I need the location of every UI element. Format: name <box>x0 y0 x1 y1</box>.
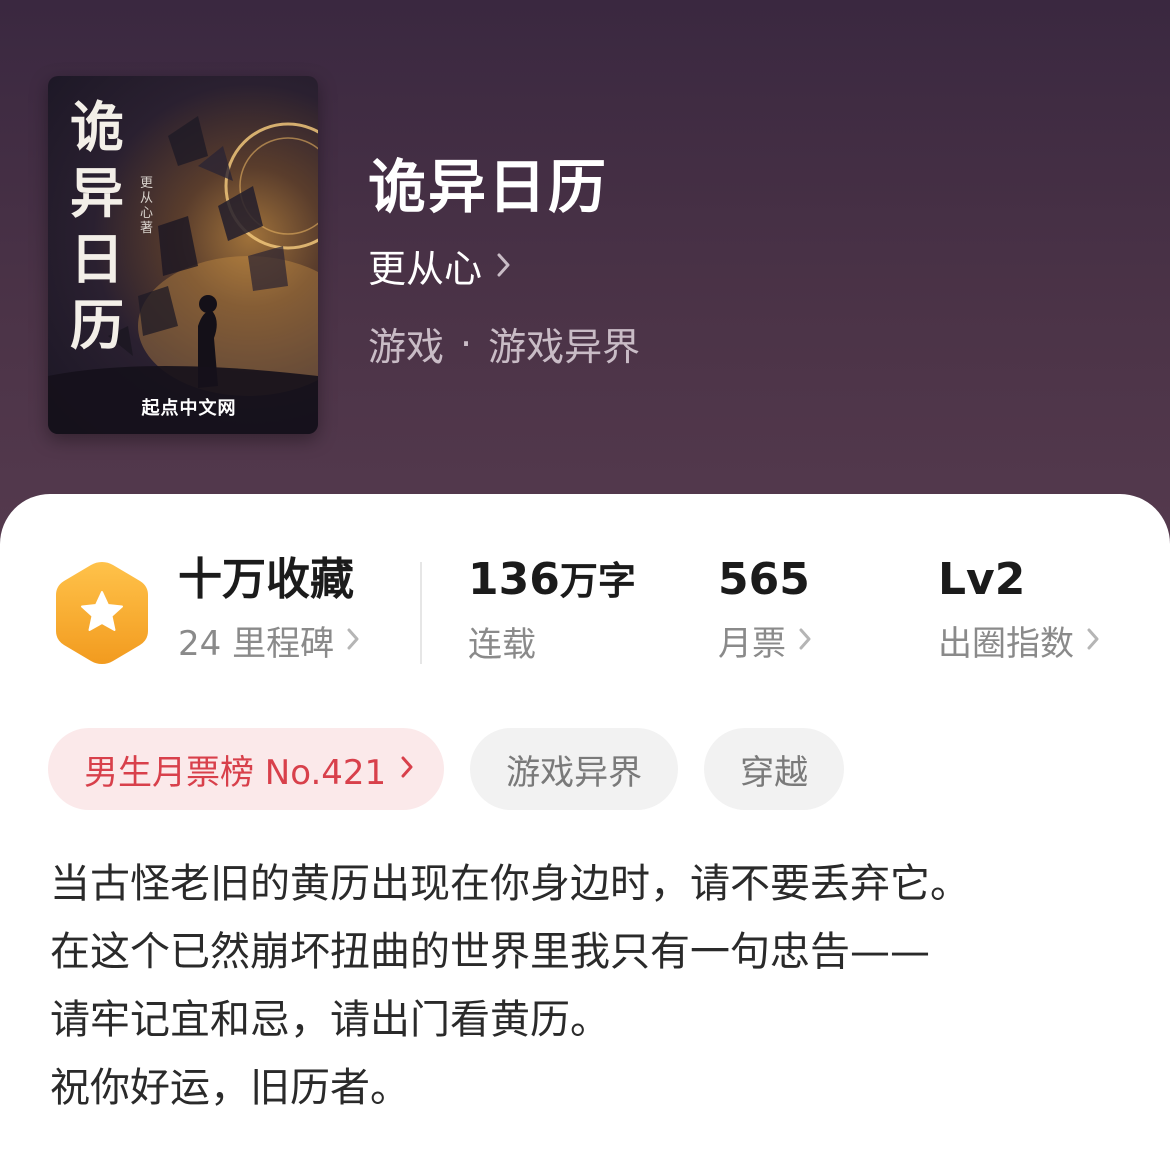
book-title: 诡异日历 <box>368 153 609 221</box>
monthly-ticket-label: 月票 <box>718 624 786 664</box>
monthly-ticket-value: 565 <box>718 554 810 605</box>
genre-row: 游戏 · 游戏异界 <box>368 316 640 371</box>
influence-stat[interactable]: Lv2 出圈指数 <box>938 550 1100 665</box>
milestone-value: 十万收藏 <box>178 554 354 605</box>
word-count-stat: 136万字 连载 <box>468 550 636 666</box>
milestone-stat[interactable]: 十万收藏 24 里程碑 <box>178 550 360 665</box>
influence-value: Lv2 <box>938 554 1026 605</box>
book-cover[interactable]: 诡异日历 更从心 著 起点中文网 <box>48 76 318 434</box>
influence-label-row: 出圈指数 <box>938 616 1100 665</box>
monthly-ticket-stat[interactable]: 565 月票 <box>718 550 812 665</box>
tag-row: 男生月票榜 No.421 游戏异界 穿越 <box>48 728 870 810</box>
rank-tag-label: 男生月票榜 No.421 <box>84 752 387 793</box>
chevron-right-icon <box>400 749 414 789</box>
description-line: 请牢记宜和忌，请出门看黄历。 <box>50 997 610 1043</box>
description-line: 在这个已然崩坏扭曲的世界里我只有一句忠告—— <box>50 929 930 975</box>
word-count-number: 136 <box>468 554 560 605</box>
chevron-right-icon <box>346 621 360 661</box>
genre-label[interactable]: 游戏 <box>368 316 444 371</box>
serial-status-label: 连载 <box>468 625 536 665</box>
chevron-right-icon <box>496 244 512 288</box>
description-line: 当古怪老旧的黄历出现在你身边时，请不要丢弃它。 <box>50 861 970 907</box>
star-hexagon-icon[interactable] <box>52 558 152 668</box>
milestone-label: 24 里程碑 <box>178 624 335 664</box>
book-detail-page: 诡异日历 更从心 著 起点中文网 诡异日历 更从心 游戏 · 游戏异界 十万收藏… <box>0 0 1170 1154</box>
tag-time-travel[interactable]: 穿越 <box>704 728 845 810</box>
book-header: 诡异日历 更从心 著 起点中文网 诡异日历 更从心 游戏 · 游戏异界 <box>0 0 1170 560</box>
tag-game-world[interactable]: 游戏异界 <box>470 728 679 810</box>
stats-row: 十万收藏 24 里程碑 136万字 连载 565 月票 Lv2 出圈指数 <box>0 550 1170 670</box>
author-link[interactable]: 更从心 <box>368 238 512 293</box>
subgenre-label[interactable]: 游戏异界 <box>488 316 640 371</box>
word-count-unit: 万字 <box>559 559 636 603</box>
author-name: 更从心 <box>368 247 483 291</box>
word-count-value: 136万字 <box>468 550 636 611</box>
publisher-logo: 起点中文网 <box>141 398 237 419</box>
book-description[interactable]: 当古怪老旧的黄历出现在你身边时，请不要丢弃它。 在这个已然崩坏扭曲的世界里我只有… <box>50 850 1140 1122</box>
rank-tag[interactable]: 男生月票榜 No.421 <box>48 728 445 810</box>
milestone-label-row: 24 里程碑 <box>178 616 360 665</box>
stats-divider <box>420 562 422 664</box>
cover-author-text: 更从心 著 <box>140 176 154 236</box>
chevron-right-icon <box>1086 621 1100 661</box>
cover-title-text: 诡异日历 <box>70 95 124 357</box>
influence-label: 出圈指数 <box>938 624 1074 664</box>
description-line: 祝你好运，旧历者。 <box>50 1065 410 1111</box>
genre-separator: · <box>460 321 473 366</box>
book-info-card: 十万收藏 24 里程碑 136万字 连载 565 月票 Lv2 出圈指数 男生月… <box>0 494 1170 1154</box>
chevron-right-icon <box>798 621 812 661</box>
monthly-ticket-label-row: 月票 <box>718 616 812 665</box>
